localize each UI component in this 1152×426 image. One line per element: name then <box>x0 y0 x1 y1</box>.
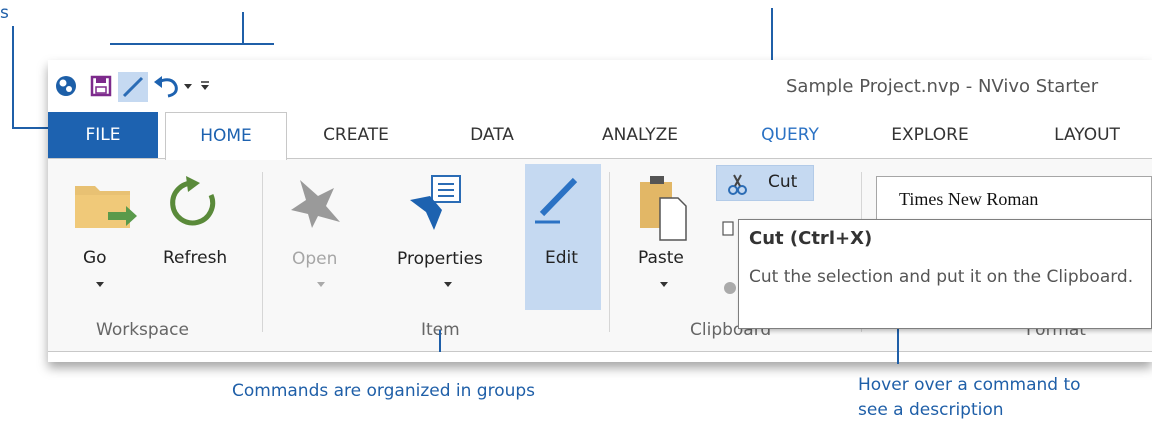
properties-button[interactable]: Properties <box>397 249 483 269</box>
annotation-hover-line2: see a description <box>858 400 1004 420</box>
paste-dropdown-icon[interactable] <box>660 282 668 287</box>
group-separator <box>609 172 610 332</box>
callout-line-groups <box>439 330 441 352</box>
format-painter-icon[interactable] <box>724 282 736 294</box>
paste-icon[interactable] <box>640 176 687 241</box>
refresh-icon[interactable] <box>170 176 216 226</box>
refresh-button[interactable]: Refresh <box>163 248 227 268</box>
cut-scissors-icon[interactable] <box>728 174 747 195</box>
group-separator <box>262 172 263 332</box>
tooltip-title: Cut (Ctrl+X) <box>749 228 873 249</box>
open-button[interactable]: Open <box>292 249 337 269</box>
open-dropdown-icon[interactable] <box>317 282 325 287</box>
go-folder-icon[interactable] <box>75 186 137 228</box>
font-name-combobox[interactable]: Times New Roman <box>876 176 1152 220</box>
cut-button[interactable]: Cut <box>768 172 797 192</box>
paste-button[interactable]: Paste <box>638 248 684 268</box>
edit-button[interactable]: Edit <box>545 248 578 268</box>
go-dropdown-icon[interactable] <box>96 282 104 287</box>
properties-icon[interactable] <box>410 175 461 230</box>
annotation-groups: Commands are organized in groups <box>232 381 536 401</box>
edit-pencil-icon[interactable] <box>535 177 578 224</box>
open-icon[interactable] <box>291 180 340 228</box>
tooltip-description: Cut the selection and put it on the Clip… <box>749 267 1134 287</box>
cut-tooltip: Cut (Ctrl+X) Cut the selection and put i… <box>738 219 1152 329</box>
go-button[interactable]: Go <box>83 248 107 268</box>
annotation-hover-line1: Hover over a command to <box>858 375 1081 395</box>
group-label-workspace: Workspace <box>96 320 189 340</box>
properties-dropdown-icon[interactable] <box>444 282 452 287</box>
tab-home[interactable]: HOME <box>165 112 287 160</box>
copy-icon[interactable] <box>722 221 734 236</box>
